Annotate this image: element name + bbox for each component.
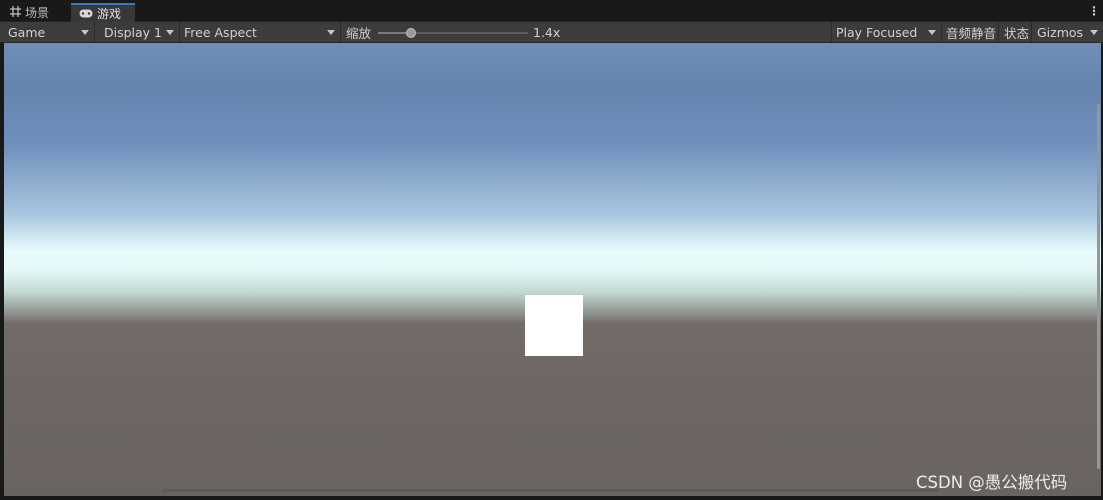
aspect-select-dropdown[interactable]: Free Aspect xyxy=(180,22,341,42)
tab-game-label: 游戏 xyxy=(97,7,122,21)
gizmos-label: Gizmos xyxy=(1037,24,1084,40)
mute-audio-button[interactable]: 音频静音 xyxy=(942,22,999,42)
tab-game[interactable]: 游戏 xyxy=(71,3,135,22)
chevron-down-icon xyxy=(327,30,335,35)
scale-slider[interactable] xyxy=(378,28,528,38)
gamepad-icon xyxy=(79,7,93,21)
view-select-dropdown[interactable]: Game xyxy=(0,22,95,42)
play-mode-dropdown[interactable]: Play Focused xyxy=(831,22,942,42)
gizmos-dropdown[interactable]: Gizmos xyxy=(1033,22,1103,42)
scale-value: 1.4x xyxy=(533,24,561,40)
chevron-down-icon xyxy=(81,30,89,35)
game-view-toolbar: Game Display 1 Free Aspect 缩放 1.4x Play … xyxy=(0,22,1103,43)
vertical-scrollbar[interactable] xyxy=(1097,104,1100,469)
chevron-down-icon xyxy=(1090,30,1098,35)
grid-icon xyxy=(10,5,21,20)
aspect-select-value: Free Aspect xyxy=(184,24,257,40)
game-viewport[interactable]: CSDN @愚公搬代码 xyxy=(4,43,1101,496)
play-mode-value: Play Focused xyxy=(836,24,918,40)
white-cube xyxy=(525,295,583,356)
view-select-value: Game xyxy=(8,24,46,40)
scale-label: 缩放 xyxy=(346,25,372,41)
stats-button[interactable]: 状态 xyxy=(999,22,1032,42)
chevron-down-icon xyxy=(166,30,174,35)
display-select-value: Display 1 xyxy=(104,24,163,40)
display-select-dropdown[interactable]: Display 1 xyxy=(96,22,180,42)
tab-scene[interactable]: 场景 xyxy=(2,3,70,22)
bottom-border xyxy=(0,496,1103,500)
tab-bar: 场景 游戏 ⋮ xyxy=(0,0,1103,22)
tab-scene-label: 场景 xyxy=(25,6,50,20)
kebab-menu-icon[interactable]: ⋮ xyxy=(1088,3,1100,19)
scale-slider-handle[interactable] xyxy=(406,28,416,38)
chevron-down-icon xyxy=(928,30,936,35)
watermark-text: CSDN @愚公搬代码 xyxy=(916,473,1068,492)
horizontal-scrollbar[interactable] xyxy=(162,489,939,492)
